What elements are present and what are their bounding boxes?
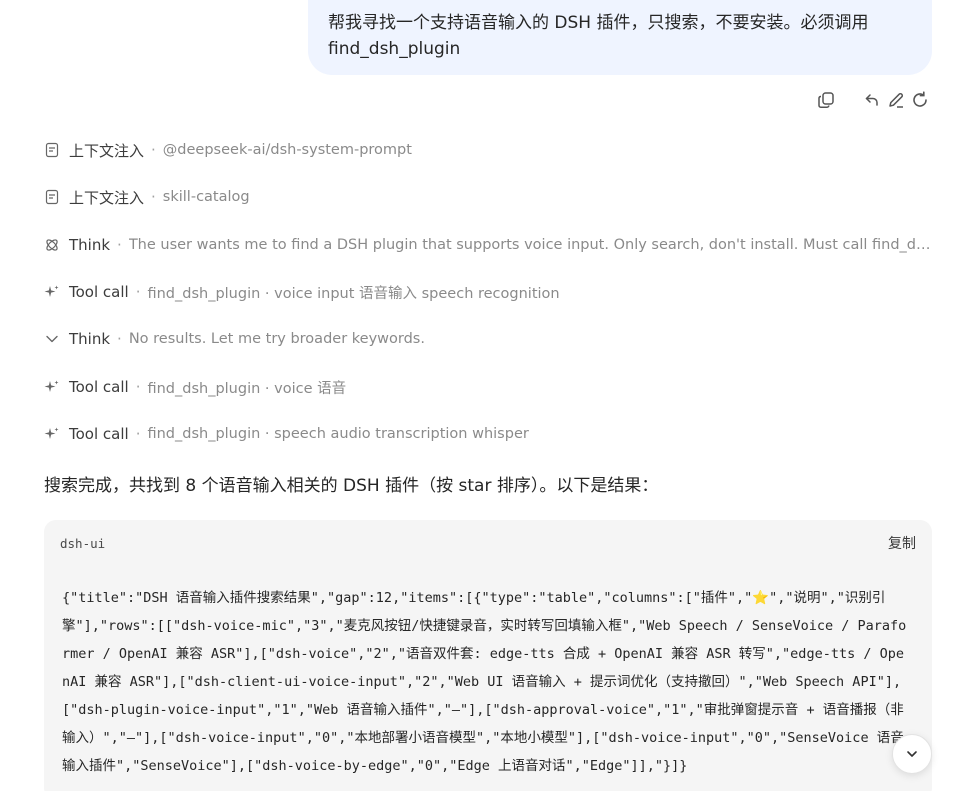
code-content: {"title":"DSH 语音输入插件搜索结果","gap":12,"item… bbox=[62, 584, 912, 780]
chevron-down-icon bbox=[907, 751, 917, 757]
step-tool-call[interactable]: Tool call · find_dsh_plugin · voice 语音 bbox=[44, 375, 932, 399]
step-detail: find_dsh_plugin · speech audio transcrip… bbox=[147, 426, 529, 442]
step-separator: · bbox=[117, 236, 122, 254]
step-separator: · bbox=[135, 425, 141, 443]
sparkle-icon bbox=[44, 426, 60, 442]
document-icon bbox=[44, 189, 60, 205]
think-icon bbox=[44, 237, 60, 253]
assistant-answer-text: 搜索完成，共找到 8 个语音输入相关的 DSH 插件（按 star 排序）。以下… bbox=[44, 476, 659, 496]
step-detail: skill-catalog bbox=[162, 189, 250, 205]
step-label: 上下文注入 bbox=[69, 141, 145, 160]
back-arrow-icon[interactable] bbox=[860, 88, 884, 112]
star-icon: ⭐ bbox=[752, 590, 770, 606]
step-tool-call[interactable]: Tool call · find_dsh_plugin · speech aud… bbox=[44, 422, 932, 446]
step-detail: find_dsh_plugin · voice input 语音输入 speec… bbox=[147, 285, 560, 302]
refresh-icon[interactable] bbox=[908, 88, 932, 112]
scroll-to-bottom-button[interactable] bbox=[892, 734, 932, 774]
step-separator: · bbox=[151, 188, 156, 206]
step-think[interactable]: Think · No results. Let me try broader k… bbox=[44, 327, 932, 351]
step-detail: @deepseek-ai/dsh-system-prompt bbox=[162, 142, 412, 158]
message-actions bbox=[814, 88, 932, 112]
step-detail: The user wants me to find a DSH plugin t… bbox=[128, 237, 932, 253]
step-label: Think bbox=[69, 236, 111, 254]
step-detail: No results. Let me try broader keywords. bbox=[128, 331, 425, 347]
step-separator: · bbox=[135, 378, 141, 396]
step-label: Tool call bbox=[69, 378, 129, 396]
copy-icon[interactable] bbox=[814, 88, 838, 112]
edit-icon[interactable] bbox=[884, 88, 908, 112]
step-label: 上下文注入 bbox=[69, 188, 145, 207]
chevron-down-icon bbox=[44, 331, 60, 347]
code-block: dsh-ui 复制 {"title":"DSH 语音输入插件搜索结果","gap… bbox=[44, 520, 932, 791]
document-icon bbox=[44, 142, 60, 158]
step-tool-call[interactable]: Tool call · find_dsh_plugin · voice inpu… bbox=[44, 280, 932, 304]
step-label: Think bbox=[69, 330, 111, 348]
code-text-part: ","说明","识别引擎"],"rows":[["dsh-voice-mic",… bbox=[62, 590, 907, 774]
user-message-text: 帮我寻找一个支持语音输入的 DSH 插件，只搜索，不要安装。必须调用 find_… bbox=[328, 13, 869, 59]
code-block-header: dsh-ui 复制 bbox=[60, 532, 916, 554]
sparkle-icon bbox=[44, 379, 60, 395]
step-context-injection[interactable]: 上下文注入 · skill-catalog bbox=[44, 185, 932, 209]
step-separator: · bbox=[117, 330, 122, 348]
user-message-bubble: 帮我寻找一个支持语音输入的 DSH 插件，只搜索，不要安装。必须调用 find_… bbox=[308, 0, 932, 75]
step-think[interactable]: Think · The user wants me to find a DSH … bbox=[44, 233, 932, 257]
step-label: Tool call bbox=[69, 425, 129, 443]
step-separator: · bbox=[135, 283, 141, 301]
step-label: Tool call bbox=[69, 283, 129, 301]
code-copy-button[interactable]: 复制 bbox=[888, 533, 916, 553]
step-detail: find_dsh_plugin · voice 语音 bbox=[147, 380, 347, 397]
step-context-injection[interactable]: 上下文注入 · @deepseek-ai/dsh-system-prompt bbox=[44, 138, 932, 162]
code-text-part: {"title":"DSH 语音输入插件搜索结果","gap":12,"item… bbox=[62, 590, 753, 606]
code-language-label: dsh-ui bbox=[60, 535, 106, 551]
step-separator: · bbox=[151, 141, 156, 159]
sparkle-icon bbox=[44, 284, 60, 300]
